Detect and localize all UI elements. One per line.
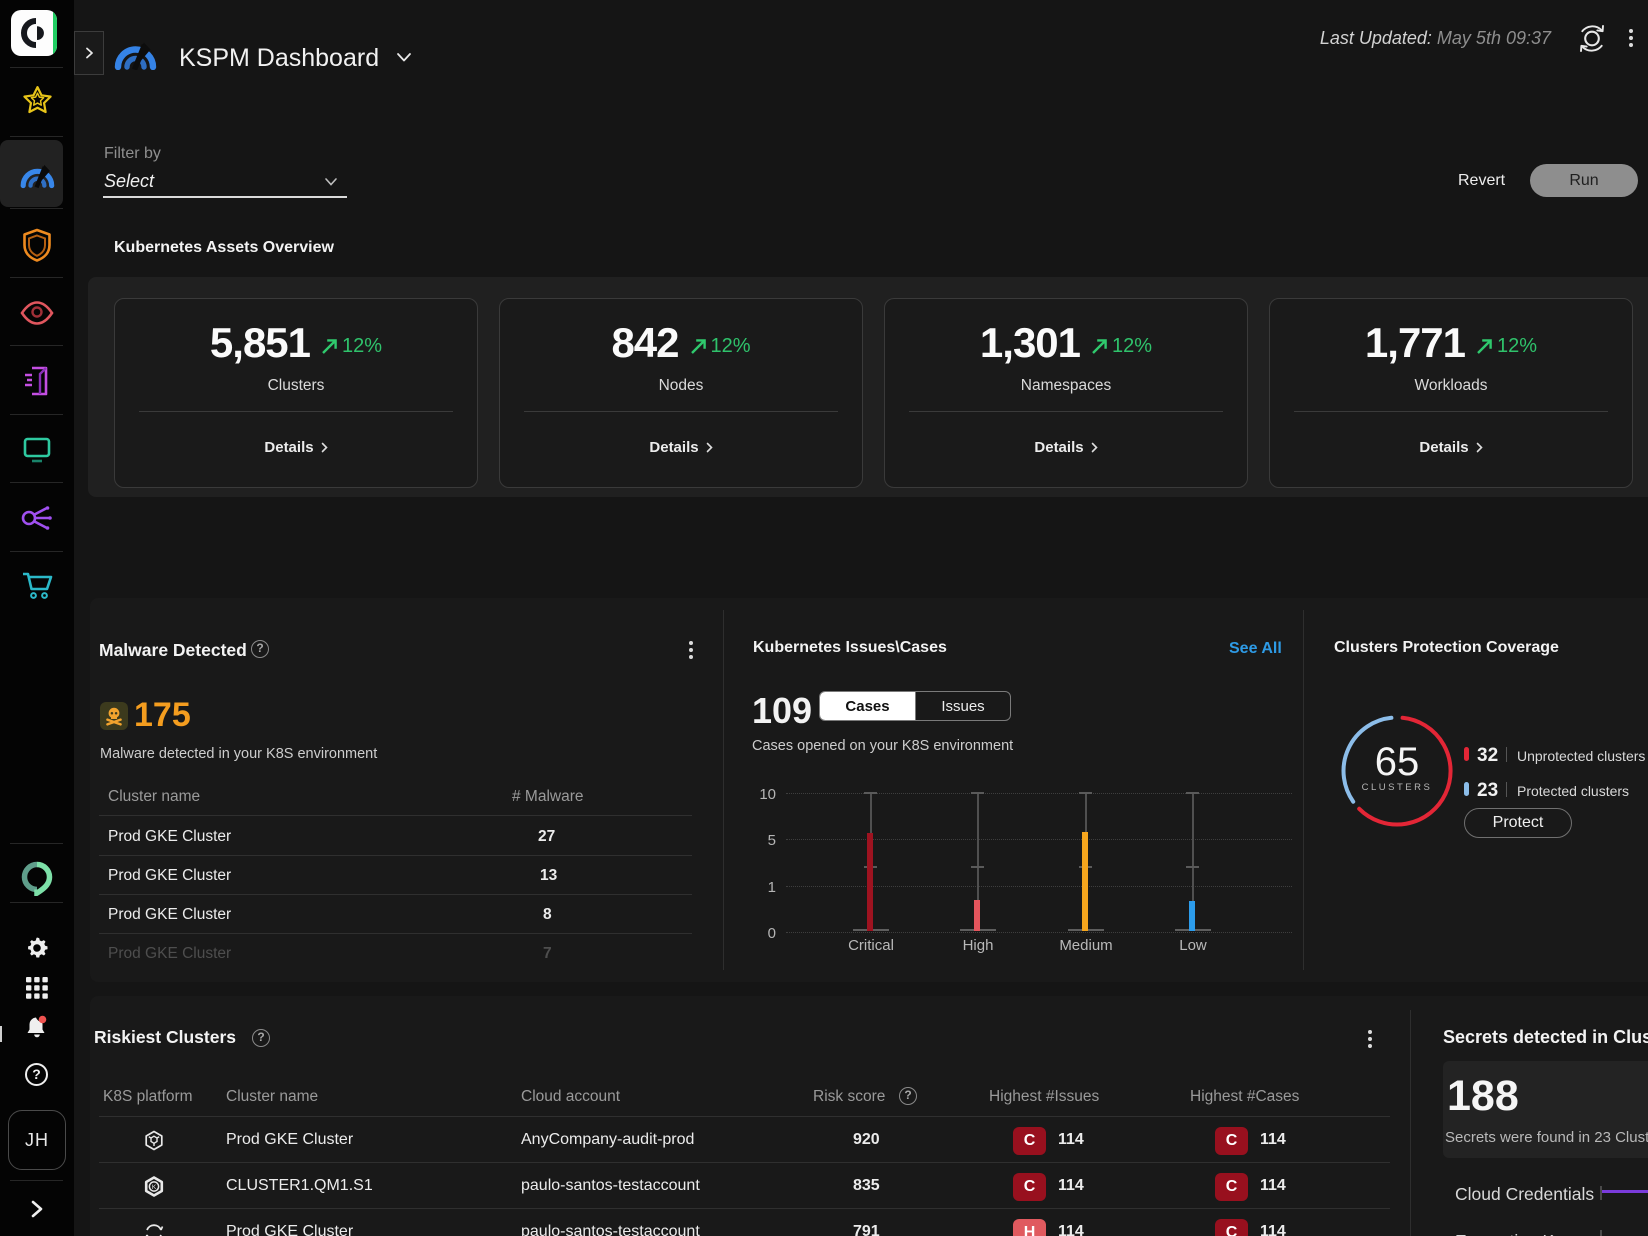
svg-text:K: K — [152, 1184, 157, 1191]
